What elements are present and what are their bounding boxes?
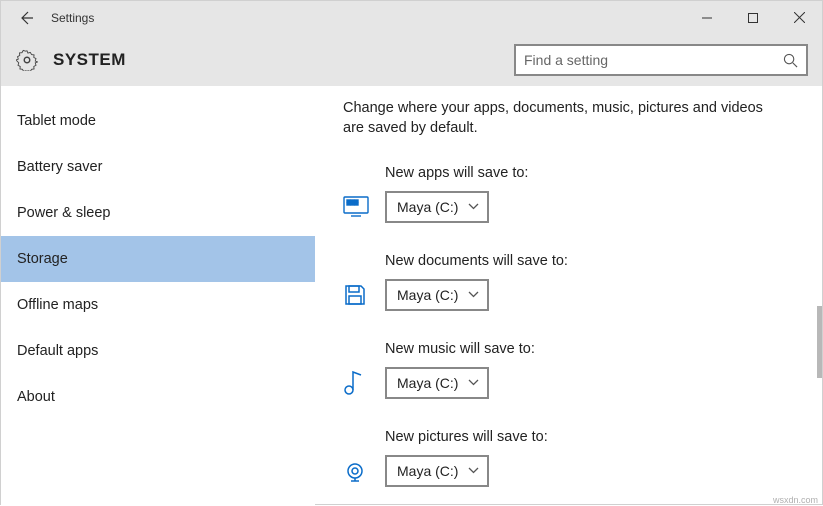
setting-music: New music will save to: Maya (C:) — [343, 341, 798, 399]
music-location-dropdown[interactable]: Maya (C:) — [385, 367, 489, 399]
dropdown-value: Maya (C:) — [397, 199, 458, 215]
minimize-icon — [702, 13, 712, 23]
window-title: Settings — [51, 11, 684, 25]
sidebar-item-label: Battery saver — [17, 159, 102, 175]
close-button[interactable] — [776, 1, 822, 34]
setting-apps: New apps will save to: Maya (C:) — [343, 165, 798, 223]
sidebar-item-label: Storage — [17, 251, 68, 267]
description-text: Change where your apps, documents, music… — [343, 98, 773, 139]
sidebar-item-offline-maps[interactable]: Offline maps — [1, 282, 315, 328]
titlebar: Settings — [1, 1, 822, 34]
main-panel: Change where your apps, documents, music… — [315, 86, 822, 506]
arrow-left-icon — [18, 10, 34, 26]
search-input[interactable] — [524, 52, 783, 68]
sidebar-item-tablet-mode[interactable]: Tablet mode — [1, 98, 315, 144]
setting-label: New documents will save to: — [385, 253, 798, 269]
watermark: wsxdn.com — [773, 495, 818, 505]
sidebar-item-label: Tablet mode — [17, 113, 96, 129]
maximize-icon — [748, 13, 758, 23]
setting-label: New music will save to: — [385, 341, 798, 357]
camera-icon — [343, 456, 385, 486]
sidebar-item-default-apps[interactable]: Default apps — [1, 328, 315, 374]
scrollbar-thumb[interactable] — [817, 306, 822, 378]
maximize-button[interactable] — [730, 1, 776, 34]
gear-icon — [15, 48, 39, 72]
dropdown-value: Maya (C:) — [397, 463, 458, 479]
setting-label: New apps will save to: — [385, 165, 798, 181]
setting-label: New pictures will save to: — [385, 429, 798, 445]
page-title: SYSTEM — [53, 50, 514, 70]
search-icon — [783, 53, 798, 68]
chevron-down-icon — [468, 291, 479, 298]
monitor-icon — [343, 192, 385, 222]
setting-pictures: New pictures will save to: Maya (C:) — [343, 429, 798, 487]
save-icon — [343, 280, 385, 310]
sidebar: Tablet mode Battery saver Power & sleep … — [1, 86, 315, 506]
chevron-down-icon — [468, 379, 479, 386]
close-icon — [794, 12, 805, 23]
content: Tablet mode Battery saver Power & sleep … — [1, 86, 822, 506]
page-header: SYSTEM — [1, 34, 822, 86]
sidebar-item-label: Offline maps — [17, 297, 98, 313]
dropdown-value: Maya (C:) — [397, 375, 458, 391]
sidebar-item-label: Default apps — [17, 343, 98, 359]
setting-documents: New documents will save to: Maya (C:) — [343, 253, 798, 311]
dropdown-value: Maya (C:) — [397, 287, 458, 303]
sidebar-item-battery-saver[interactable]: Battery saver — [1, 144, 315, 190]
sidebar-item-storage[interactable]: Storage — [1, 236, 315, 282]
sidebar-item-power-sleep[interactable]: Power & sleep — [1, 190, 315, 236]
sidebar-item-about[interactable]: About — [1, 374, 315, 420]
sidebar-item-label: About — [17, 389, 55, 405]
music-icon — [343, 368, 385, 398]
documents-location-dropdown[interactable]: Maya (C:) — [385, 279, 489, 311]
pictures-location-dropdown[interactable]: Maya (C:) — [385, 455, 489, 487]
back-button[interactable] — [9, 1, 43, 34]
search-box[interactable] — [514, 44, 808, 76]
apps-location-dropdown[interactable]: Maya (C:) — [385, 191, 489, 223]
chevron-down-icon — [468, 203, 479, 210]
sidebar-item-label: Power & sleep — [17, 205, 111, 221]
window-controls — [684, 1, 822, 34]
minimize-button[interactable] — [684, 1, 730, 34]
chevron-down-icon — [468, 467, 479, 474]
